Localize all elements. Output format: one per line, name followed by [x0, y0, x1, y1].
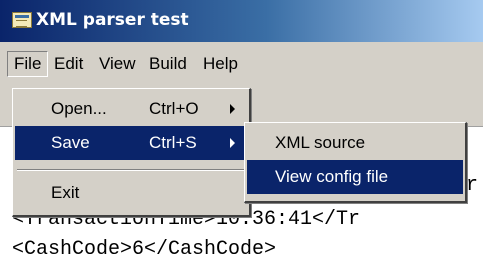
menu-item-label: Exit [51, 183, 80, 202]
menu-item-shortcut: Ctrl+S [149, 133, 197, 152]
menu-item-save[interactable]: Save Ctrl+S [15, 126, 247, 160]
menu-item-label: View config file [275, 167, 389, 186]
menu-item-view-config-file[interactable]: View config file [247, 160, 463, 194]
menu-build[interactable]: Build [143, 51, 193, 77]
menu-item-shortcut: Ctrl+O [149, 99, 199, 118]
menu-item-xml-source[interactable]: XML source [247, 126, 463, 160]
menu-edit[interactable]: Edit [48, 51, 89, 77]
submenu-arrow-icon [230, 138, 235, 148]
code-line: <CashCode>6</CashCode> [12, 238, 277, 261]
title-bar: XML parser test [0, 0, 483, 42]
menu-item-label: XML source [275, 133, 366, 152]
file-menu: Open... Ctrl+O Save Ctrl+S Exit [12, 88, 251, 217]
save-submenu: XML source View config file [244, 122, 467, 203]
menu-bar: File Edit View Build Help [0, 42, 483, 89]
menu-item-open[interactable]: Open... Ctrl+O [15, 92, 247, 126]
menu-item-label: Open... [51, 99, 107, 118]
code-line: r [466, 174, 479, 197]
menu-item-exit[interactable]: Exit [15, 176, 247, 210]
submenu-arrow-icon [230, 104, 235, 114]
menu-separator [17, 169, 245, 171]
menu-file[interactable]: File [7, 51, 49, 77]
app-window-icon [12, 12, 32, 28]
menu-view[interactable]: View [93, 51, 142, 77]
menu-help[interactable]: Help [197, 51, 244, 77]
menu-item-label: Save [51, 133, 90, 152]
window-title: XML parser test [36, 10, 189, 30]
